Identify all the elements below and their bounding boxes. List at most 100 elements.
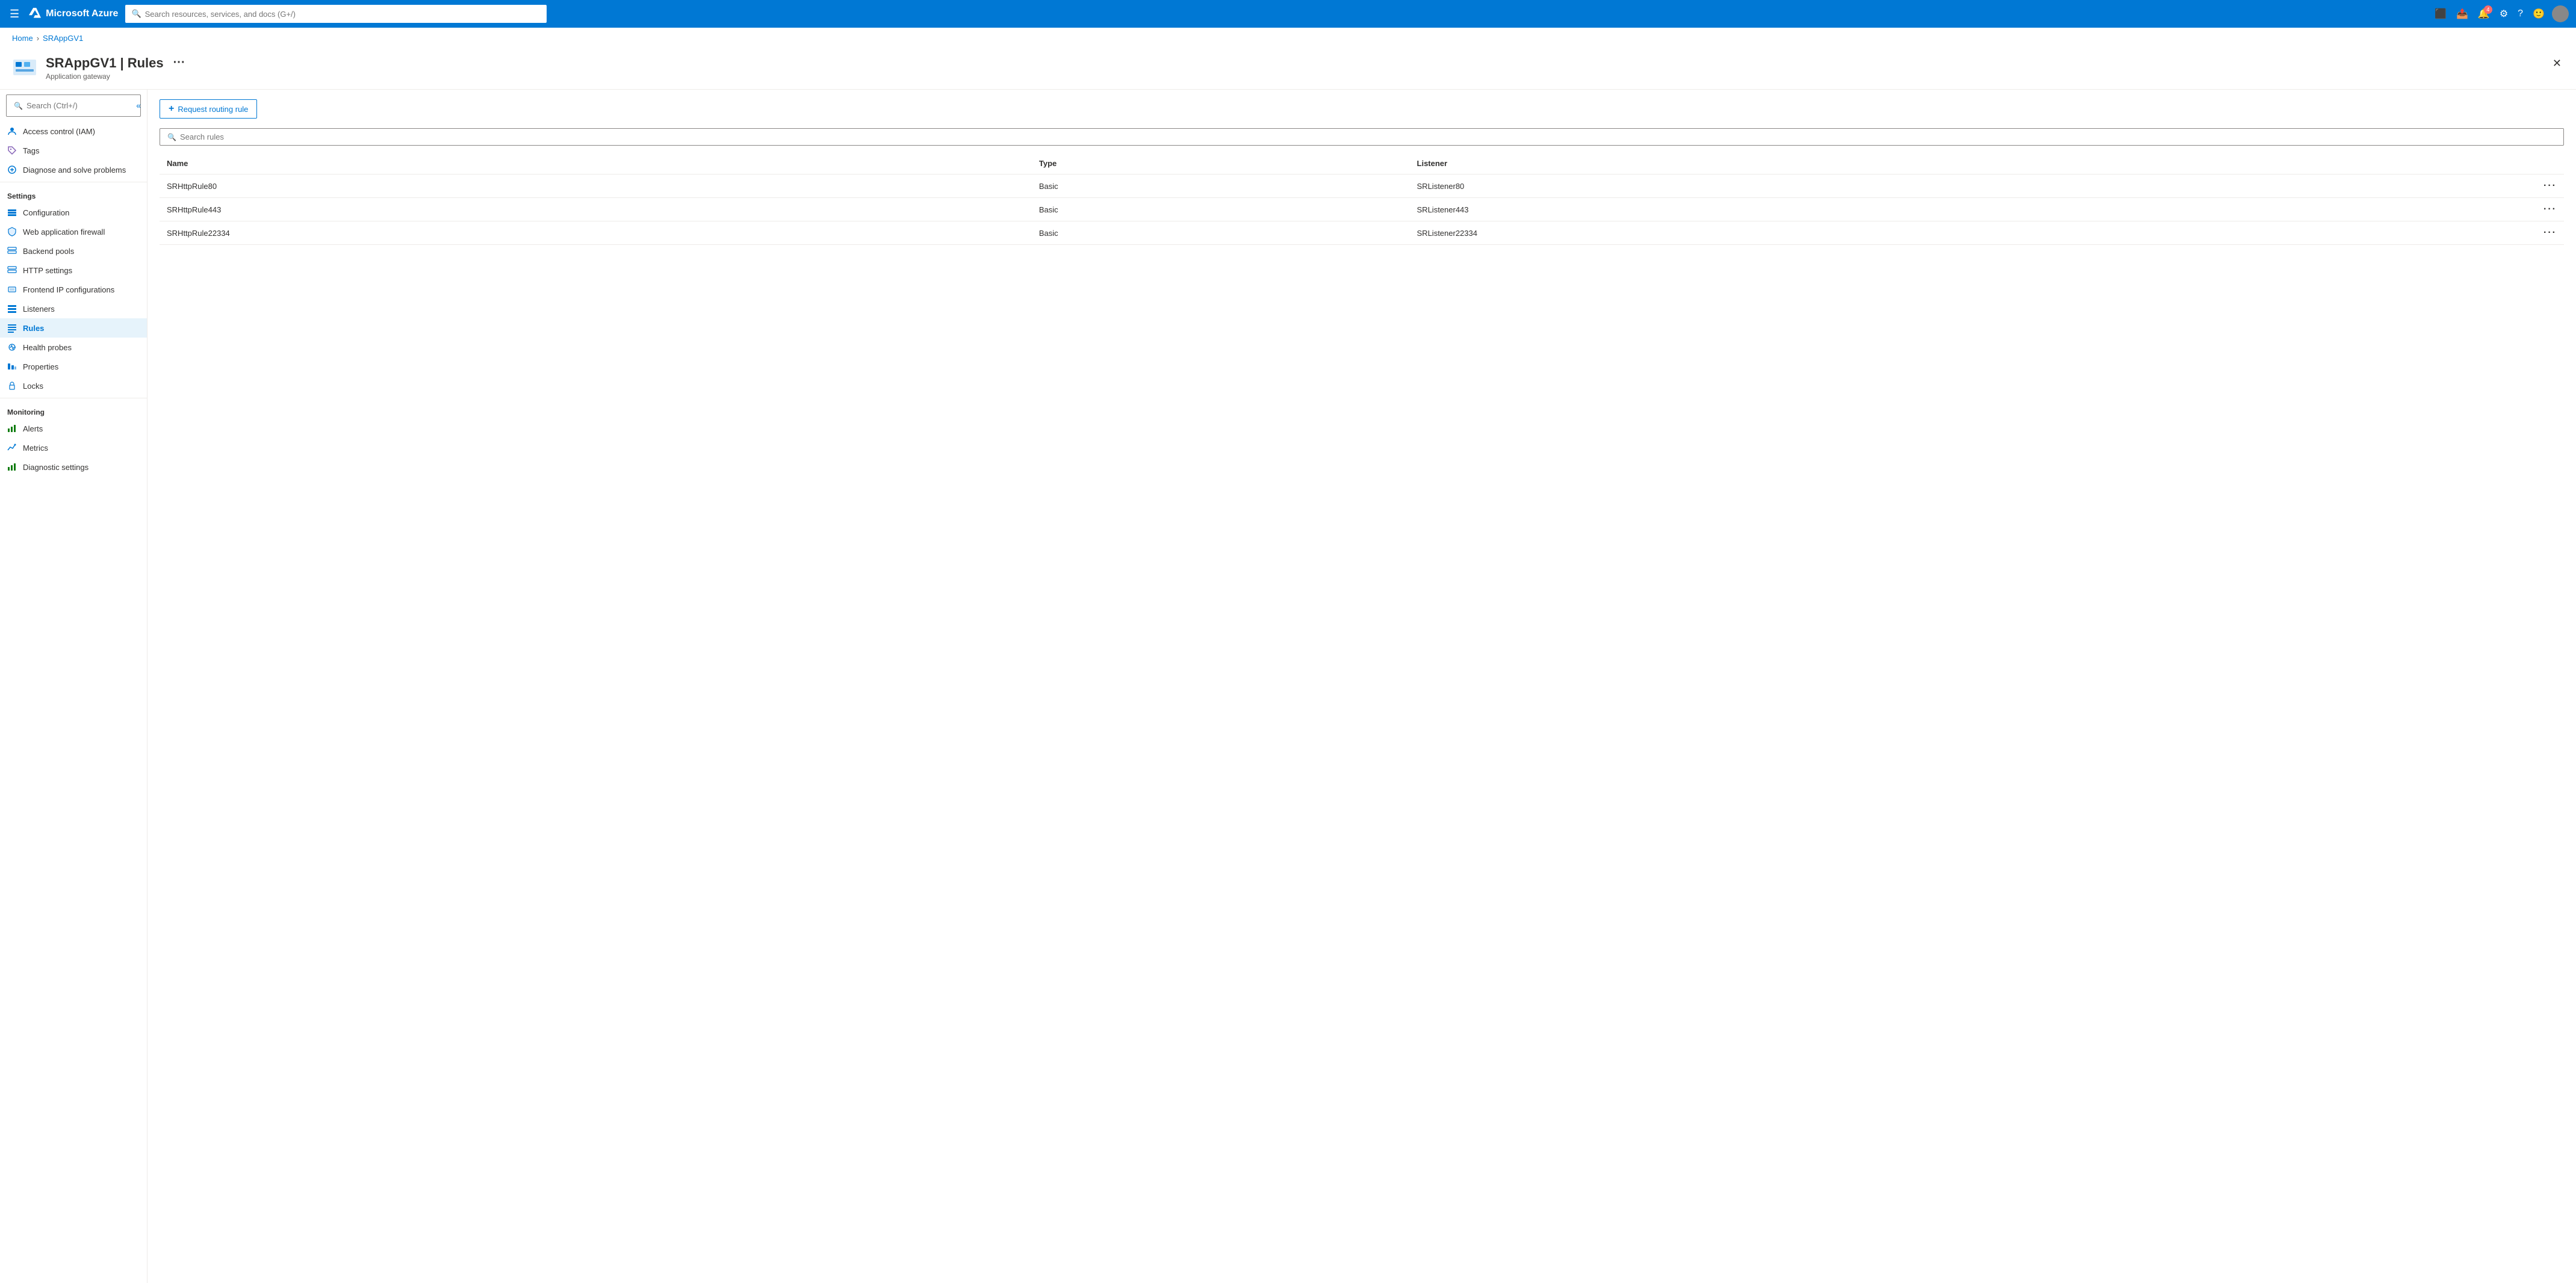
page-subtitle: Application gateway — [46, 72, 189, 81]
user-avatar[interactable] — [2552, 5, 2569, 22]
content-area: + Request routing rule 🔍 Name Type Liste… — [147, 90, 2576, 1283]
row-actions-button[interactable]: ··· — [2253, 175, 2564, 198]
alerts-icon — [7, 424, 17, 433]
notification-icon[interactable]: 🔔 4 — [2475, 5, 2492, 22]
sidebar-item-diagnostic-settings[interactable]: Diagnostic settings — [0, 457, 147, 477]
sidebar-item-label: Frontend IP configurations — [23, 285, 114, 294]
rules-search-bar[interactable]: 🔍 — [160, 128, 2564, 146]
row-actions-button[interactable]: ··· — [2253, 198, 2564, 221]
content-toolbar: + Request routing rule — [160, 99, 2564, 119]
rule-listener: SRListener443 — [1410, 198, 2253, 221]
sidebar-item-health-probes[interactable]: Health probes — [0, 338, 147, 357]
rule-name: SRHttpRule22334 — [160, 221, 1032, 245]
health-probes-icon — [7, 342, 17, 352]
locks-icon — [7, 381, 17, 391]
rules-icon — [7, 323, 17, 333]
table-row: SRHttpRule22334 Basic SRListener22334 ··… — [160, 221, 2564, 245]
breadcrumb-home[interactable]: Home — [12, 34, 33, 43]
add-routing-rule-button[interactable]: + Request routing rule — [160, 99, 257, 119]
topbar-icons: ⬛ 📤 🔔 4 ⚙ ? 🙂 — [2432, 5, 2569, 22]
global-search[interactable]: 🔍 — [125, 5, 547, 23]
sidebar-search-input[interactable] — [26, 101, 133, 110]
sidebar-item-access-control[interactable]: Access control (IAM) — [0, 122, 147, 141]
rule-listener: SRListener80 — [1410, 175, 2253, 198]
backend-pools-icon — [7, 246, 17, 256]
sidebar-item-frontend-ip[interactable]: Frontend IP configurations — [0, 280, 147, 299]
sidebar-search-icon: 🔍 — [14, 102, 23, 110]
breadcrumb-current[interactable]: SRAppGV1 — [43, 34, 83, 43]
rules-search-icon: 🔍 — [167, 133, 176, 141]
sidebar-item-tags[interactable]: Tags — [0, 141, 147, 160]
more-options-button[interactable]: ··· — [170, 55, 189, 71]
settings-icon[interactable]: ⚙ — [2497, 5, 2510, 22]
listeners-icon — [7, 304, 17, 314]
sidebar-item-label: Listeners — [23, 305, 55, 314]
sidebar-item-label: Access control (IAM) — [23, 127, 95, 136]
sidebar-item-listeners[interactable]: Listeners — [0, 299, 147, 318]
sidebar-item-alerts[interactable]: Alerts — [0, 419, 147, 438]
table-body: SRHttpRule80 Basic SRListener80 ··· SRHt… — [160, 175, 2564, 245]
frontend-ip-icon — [7, 285, 17, 294]
global-search-input[interactable] — [145, 10, 541, 19]
col-actions — [2253, 153, 2564, 175]
sidebar-item-label: Metrics — [23, 444, 48, 453]
col-name: Name — [160, 153, 1032, 175]
sidebar-collapse-button[interactable]: « — [136, 100, 141, 110]
topbar: ☰ Microsoft Azure 🔍 ⬛ 📤 🔔 4 ⚙ ? 🙂 — [0, 0, 2576, 28]
sidebar-search[interactable]: 🔍 — [6, 94, 141, 117]
upload-icon[interactable]: 📤 — [2454, 5, 2471, 22]
rule-type: Basic — [1032, 221, 1410, 245]
col-type: Type — [1032, 153, 1410, 175]
sidebar-item-label: Configuration — [23, 208, 69, 217]
tags-icon — [7, 146, 17, 155]
add-icon: + — [169, 104, 174, 114]
sidebar-item-label: Properties — [23, 362, 58, 371]
azure-logo: Microsoft Azure — [29, 8, 118, 20]
rules-search-input[interactable] — [180, 132, 2556, 141]
configuration-icon — [7, 208, 17, 217]
rule-name: SRHttpRule80 — [160, 175, 1032, 198]
sidebar-item-locks[interactable]: Locks — [0, 376, 147, 395]
sidebar-item-label: Diagnostic settings — [23, 463, 88, 472]
access-control-icon — [7, 126, 17, 136]
diagnostic-settings-icon — [7, 462, 17, 472]
sidebar: 🔍 « Access control (IAM) Tags Diagnose a… — [0, 90, 147, 1283]
sidebar-item-label: Alerts — [23, 424, 43, 433]
cloud-shell-icon[interactable]: ⬛ — [2432, 5, 2449, 22]
settings-section-label: Settings — [0, 185, 147, 203]
rule-type: Basic — [1032, 198, 1410, 221]
close-button[interactable]: ✕ — [2550, 55, 2564, 72]
feedback-icon[interactable]: 🙂 — [2530, 5, 2547, 22]
sidebar-item-label: Diagnose and solve problems — [23, 165, 126, 175]
rule-type: Basic — [1032, 175, 1410, 198]
table-header: Name Type Listener — [160, 153, 2564, 175]
table-row: SRHttpRule80 Basic SRListener80 ··· — [160, 175, 2564, 198]
sidebar-item-label: Tags — [23, 146, 39, 155]
main-layout: 🔍 « Access control (IAM) Tags Diagnose a… — [0, 90, 2576, 1283]
sidebar-item-metrics[interactable]: Metrics — [0, 438, 147, 457]
page-header: SRAppGV1 | Rules ··· Application gateway… — [0, 49, 2576, 90]
waf-icon — [7, 227, 17, 237]
sidebar-item-label: HTTP settings — [23, 266, 72, 275]
sidebar-item-backend-pools[interactable]: Backend pools — [0, 241, 147, 261]
sidebar-item-rules[interactable]: Rules — [0, 318, 147, 338]
notification-count: 4 — [2484, 5, 2492, 14]
page-header-text: SRAppGV1 | Rules ··· Application gateway — [46, 55, 189, 81]
sidebar-item-diagnose[interactable]: Diagnose and solve problems — [0, 160, 147, 179]
sidebar-item-configuration[interactable]: Configuration — [0, 203, 147, 222]
diagnose-icon — [7, 165, 17, 175]
sidebar-item-http-settings[interactable]: HTTP settings — [0, 261, 147, 280]
table-row: SRHttpRule443 Basic SRListener443 ··· — [160, 198, 2564, 221]
sidebar-item-label: Health probes — [23, 343, 72, 352]
properties-icon — [7, 362, 17, 371]
help-icon[interactable]: ? — [2515, 6, 2525, 22]
rule-listener: SRListener22334 — [1410, 221, 2253, 245]
hamburger-menu[interactable]: ☰ — [7, 5, 22, 23]
resource-icon — [12, 55, 37, 80]
http-settings-icon — [7, 265, 17, 275]
breadcrumb: Home › SRAppGV1 — [0, 28, 2576, 49]
sidebar-item-properties[interactable]: Properties — [0, 357, 147, 376]
monitoring-section-label: Monitoring — [0, 401, 147, 419]
sidebar-item-waf[interactable]: Web application firewall — [0, 222, 147, 241]
row-actions-button[interactable]: ··· — [2253, 221, 2564, 245]
